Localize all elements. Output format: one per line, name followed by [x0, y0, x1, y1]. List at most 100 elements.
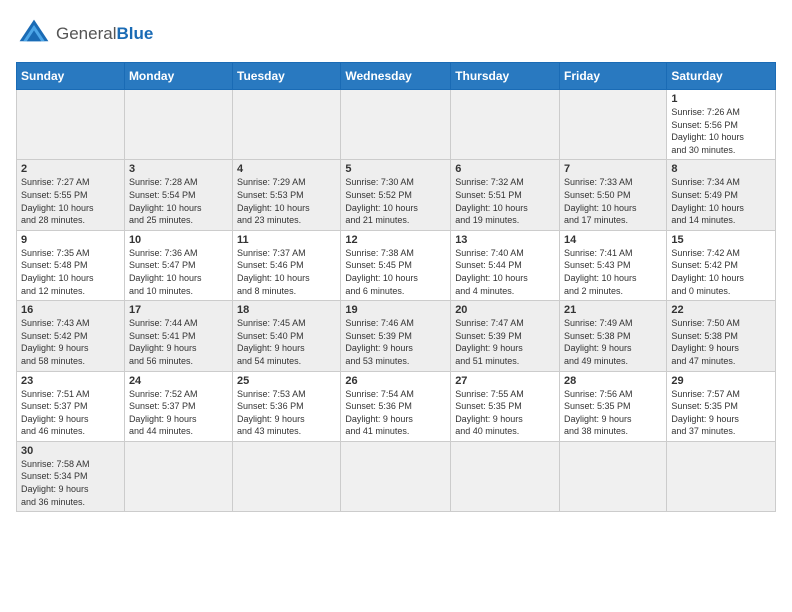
day-number: 12	[345, 234, 446, 246]
day-number: 7	[564, 163, 662, 175]
day-info: Sunrise: 7:46 AM Sunset: 5:39 PM Dayligh…	[345, 317, 446, 367]
day-info: Sunrise: 7:57 AM Sunset: 5:35 PM Dayligh…	[671, 388, 771, 438]
day-number: 10	[129, 234, 228, 246]
day-info: Sunrise: 7:51 AM Sunset: 5:37 PM Dayligh…	[21, 388, 120, 438]
col-header-friday: Friday	[560, 63, 667, 90]
calendar-cell: 14Sunrise: 7:41 AM Sunset: 5:43 PM Dayli…	[560, 230, 667, 300]
day-info: Sunrise: 7:32 AM Sunset: 5:51 PM Dayligh…	[455, 176, 555, 226]
calendar-cell: 6Sunrise: 7:32 AM Sunset: 5:51 PM Daylig…	[451, 160, 560, 230]
calendar-cell: 16Sunrise: 7:43 AM Sunset: 5:42 PM Dayli…	[17, 301, 125, 371]
day-info: Sunrise: 7:47 AM Sunset: 5:39 PM Dayligh…	[455, 317, 555, 367]
calendar-cell: 2Sunrise: 7:27 AM Sunset: 5:55 PM Daylig…	[17, 160, 125, 230]
col-header-sunday: Sunday	[17, 63, 125, 90]
day-info: Sunrise: 7:49 AM Sunset: 5:38 PM Dayligh…	[564, 317, 662, 367]
day-info: Sunrise: 7:40 AM Sunset: 5:44 PM Dayligh…	[455, 247, 555, 297]
day-number: 18	[237, 304, 336, 316]
col-header-saturday: Saturday	[667, 63, 776, 90]
calendar-cell: 24Sunrise: 7:52 AM Sunset: 5:37 PM Dayli…	[124, 371, 232, 441]
calendar-cell: 1Sunrise: 7:26 AM Sunset: 5:56 PM Daylig…	[667, 90, 776, 160]
calendar-cell: 23Sunrise: 7:51 AM Sunset: 5:37 PM Dayli…	[17, 371, 125, 441]
day-number: 1	[671, 93, 771, 105]
day-info: Sunrise: 7:53 AM Sunset: 5:36 PM Dayligh…	[237, 388, 336, 438]
day-info: Sunrise: 7:50 AM Sunset: 5:38 PM Dayligh…	[671, 317, 771, 367]
logo-text: GeneralBlue	[56, 25, 153, 44]
calendar-cell: 17Sunrise: 7:44 AM Sunset: 5:41 PM Dayli…	[124, 301, 232, 371]
calendar-cell: 3Sunrise: 7:28 AM Sunset: 5:54 PM Daylig…	[124, 160, 232, 230]
day-info: Sunrise: 7:42 AM Sunset: 5:42 PM Dayligh…	[671, 247, 771, 297]
day-number: 23	[21, 375, 120, 387]
calendar-cell	[124, 441, 232, 511]
calendar-week-5: 30Sunrise: 7:58 AM Sunset: 5:34 PM Dayli…	[17, 441, 776, 511]
day-number: 16	[21, 304, 120, 316]
calendar-cell: 20Sunrise: 7:47 AM Sunset: 5:39 PM Dayli…	[451, 301, 560, 371]
day-number: 20	[455, 304, 555, 316]
day-number: 24	[129, 375, 228, 387]
day-number: 22	[671, 304, 771, 316]
day-info: Sunrise: 7:56 AM Sunset: 5:35 PM Dayligh…	[564, 388, 662, 438]
day-number: 8	[671, 163, 771, 175]
day-info: Sunrise: 7:36 AM Sunset: 5:47 PM Dayligh…	[129, 247, 228, 297]
calendar-cell: 7Sunrise: 7:33 AM Sunset: 5:50 PM Daylig…	[560, 160, 667, 230]
calendar-cell	[233, 441, 341, 511]
day-info: Sunrise: 7:52 AM Sunset: 5:37 PM Dayligh…	[129, 388, 228, 438]
day-number: 9	[21, 234, 120, 246]
day-number: 27	[455, 375, 555, 387]
page: GeneralBlue SundayMondayTuesdayWednesday…	[0, 0, 792, 612]
day-number: 5	[345, 163, 446, 175]
calendar-cell: 22Sunrise: 7:50 AM Sunset: 5:38 PM Dayli…	[667, 301, 776, 371]
logo-icon	[16, 16, 52, 52]
day-number: 28	[564, 375, 662, 387]
day-number: 25	[237, 375, 336, 387]
calendar-cell: 19Sunrise: 7:46 AM Sunset: 5:39 PM Dayli…	[341, 301, 451, 371]
calendar-cell	[560, 441, 667, 511]
calendar-cell: 9Sunrise: 7:35 AM Sunset: 5:48 PM Daylig…	[17, 230, 125, 300]
calendar-cell	[451, 441, 560, 511]
calendar-week-3: 16Sunrise: 7:43 AM Sunset: 5:42 PM Dayli…	[17, 301, 776, 371]
col-header-thursday: Thursday	[451, 63, 560, 90]
day-number: 19	[345, 304, 446, 316]
calendar-week-4: 23Sunrise: 7:51 AM Sunset: 5:37 PM Dayli…	[17, 371, 776, 441]
calendar-cell	[560, 90, 667, 160]
calendar-table: SundayMondayTuesdayWednesdayThursdayFrid…	[16, 62, 776, 512]
day-number: 3	[129, 163, 228, 175]
calendar-week-0: 1Sunrise: 7:26 AM Sunset: 5:56 PM Daylig…	[17, 90, 776, 160]
day-number: 17	[129, 304, 228, 316]
calendar-cell	[124, 90, 232, 160]
calendar-cell: 25Sunrise: 7:53 AM Sunset: 5:36 PM Dayli…	[233, 371, 341, 441]
day-number: 4	[237, 163, 336, 175]
day-number: 14	[564, 234, 662, 246]
day-info: Sunrise: 7:54 AM Sunset: 5:36 PM Dayligh…	[345, 388, 446, 438]
day-info: Sunrise: 7:41 AM Sunset: 5:43 PM Dayligh…	[564, 247, 662, 297]
calendar-week-1: 2Sunrise: 7:27 AM Sunset: 5:55 PM Daylig…	[17, 160, 776, 230]
col-header-monday: Monday	[124, 63, 232, 90]
calendar-cell: 29Sunrise: 7:57 AM Sunset: 5:35 PM Dayli…	[667, 371, 776, 441]
calendar-cell: 4Sunrise: 7:29 AM Sunset: 5:53 PM Daylig…	[233, 160, 341, 230]
calendar-cell	[341, 90, 451, 160]
calendar-cell: 13Sunrise: 7:40 AM Sunset: 5:44 PM Dayli…	[451, 230, 560, 300]
day-info: Sunrise: 7:33 AM Sunset: 5:50 PM Dayligh…	[564, 176, 662, 226]
calendar-cell: 26Sunrise: 7:54 AM Sunset: 5:36 PM Dayli…	[341, 371, 451, 441]
day-number: 6	[455, 163, 555, 175]
header: GeneralBlue	[16, 16, 776, 52]
day-info: Sunrise: 7:44 AM Sunset: 5:41 PM Dayligh…	[129, 317, 228, 367]
calendar-cell: 5Sunrise: 7:30 AM Sunset: 5:52 PM Daylig…	[341, 160, 451, 230]
calendar-cell: 28Sunrise: 7:56 AM Sunset: 5:35 PM Dayli…	[560, 371, 667, 441]
day-info: Sunrise: 7:43 AM Sunset: 5:42 PM Dayligh…	[21, 317, 120, 367]
day-number: 21	[564, 304, 662, 316]
day-number: 11	[237, 234, 336, 246]
day-info: Sunrise: 7:28 AM Sunset: 5:54 PM Dayligh…	[129, 176, 228, 226]
calendar-cell	[667, 441, 776, 511]
logo-blue: Blue	[116, 24, 153, 43]
calendar-cell: 15Sunrise: 7:42 AM Sunset: 5:42 PM Dayli…	[667, 230, 776, 300]
day-number: 2	[21, 163, 120, 175]
calendar-cell: 21Sunrise: 7:49 AM Sunset: 5:38 PM Dayli…	[560, 301, 667, 371]
day-info: Sunrise: 7:37 AM Sunset: 5:46 PM Dayligh…	[237, 247, 336, 297]
calendar-cell	[233, 90, 341, 160]
logo-general: General	[56, 24, 116, 43]
calendar-cell	[17, 90, 125, 160]
day-info: Sunrise: 7:38 AM Sunset: 5:45 PM Dayligh…	[345, 247, 446, 297]
calendar-cell: 11Sunrise: 7:37 AM Sunset: 5:46 PM Dayli…	[233, 230, 341, 300]
calendar-header-row: SundayMondayTuesdayWednesdayThursdayFrid…	[17, 63, 776, 90]
calendar-cell: 30Sunrise: 7:58 AM Sunset: 5:34 PM Dayli…	[17, 441, 125, 511]
logo: GeneralBlue	[16, 16, 153, 52]
